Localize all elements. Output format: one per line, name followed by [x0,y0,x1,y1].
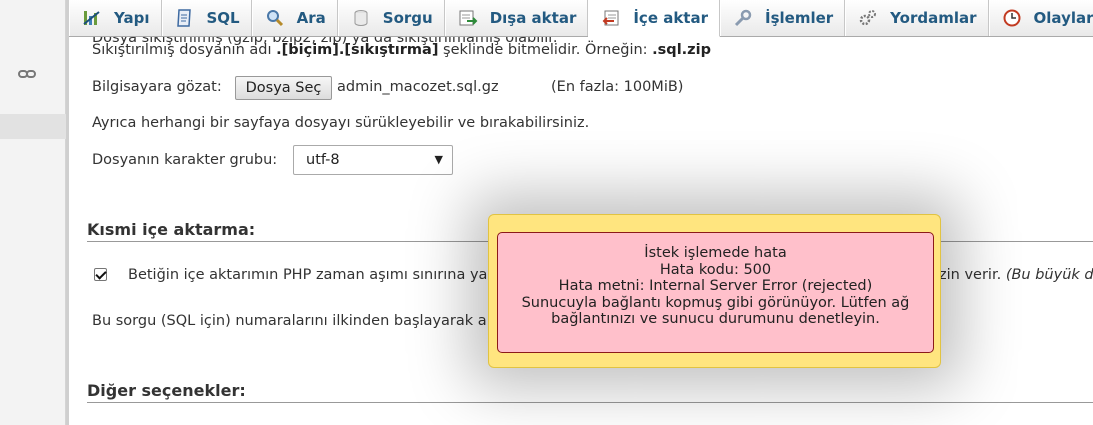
hint-format: .[biçim].[sıkıştırma] [276,42,439,58]
tab-sql[interactable]: SQL [161,0,252,36]
charset-label: Dosyanın karakter grubu: [92,152,278,168]
browse-label: Bilgisayara gözat: [92,79,222,95]
other-options-title: Diğer seçenekler: [87,381,246,400]
hint-text: Sıkıştırılmış dosyanın adı [92,42,277,58]
tab-export[interactable]: Dışa aktar [444,0,589,36]
tab-label: Ara [296,9,326,27]
tab-label: Yapı [114,9,150,27]
error-hint-cont: bağlantınızı ve sunucu durumunu denetley… [551,311,880,327]
checkbox-label-note: (Bu büyük d [1005,267,1093,283]
sql-icon [175,8,195,28]
nav-selected-item[interactable] [0,114,66,139]
navigation-panel [0,0,66,425]
skip-queries-label: Bu sorgu (SQL için) numaralarını ilkinde… [92,313,487,329]
tab-routines[interactable]: Yordamlar [845,0,989,36]
tab-label: Dışa aktar [489,9,577,27]
routines-icon [858,8,878,28]
error-text: Hata metni: Internal Server Error (rejec… [558,278,873,294]
tab-label: Yordamlar [890,9,977,27]
hint-example: .sql.zip [652,42,711,58]
tab-search[interactable]: Ara [251,0,338,36]
error-dialog[interactable]: İstek işlemede hata Hata kodu: 500 Hata … [488,214,941,368]
drag-drop-hint: Ayrıca herhangi bir sayfaya dosyayı sürü… [92,115,590,131]
structure-icon [82,8,102,28]
link-icon[interactable] [17,67,37,81]
checkbox-label-tail: izin verir. (Bu büyük d [935,267,1093,283]
partial-import-title: Kısmi içe aktarma: [87,220,256,239]
error-code: Hata kodu: 500 [659,261,772,278]
tab-operations[interactable]: İşlemler [720,0,846,36]
search-icon [265,8,285,28]
charset-select[interactable]: utf-8 ▼ [293,145,453,175]
tab-query[interactable]: Sorgu [337,0,445,36]
wrench-icon [733,8,753,28]
export-icon [458,8,478,28]
tab-label: Olaylar [1033,9,1093,27]
import-icon [601,8,621,28]
tab-bar: Yapı SQL Ara Sorgu Dışa aktar İçe aktar [69,0,1093,37]
tab-events[interactable]: Olaylar [988,0,1093,36]
choose-file-button[interactable]: Dosya Seç [235,76,332,100]
checkbox-label-end: izin verir. [935,267,1002,283]
tab-label: SQL [206,9,240,27]
clock-icon [1002,8,1022,28]
tab-label: İşlemler [765,9,834,27]
charset-value: utf-8 [306,152,340,168]
tab-structure[interactable]: Yapı [69,0,162,36]
tab-label: İçe aktar [633,9,708,27]
tab-label: Sorgu [382,9,433,27]
query-icon [351,8,371,28]
selected-file-name: admin_macozet.sql.gz [337,79,499,95]
section-divider [87,402,1093,403]
error-title: İstek işlemede hata [644,245,787,261]
allow-interrupt-checkbox[interactable] [94,268,107,281]
compressed-name-hint: Sıkıştırılmış dosyanın adı .[biçim].[sık… [92,42,711,58]
dropdown-arrow-icon: ▼ [434,153,443,166]
hint-text: şeklinde bitmelidir. Örneğin: [438,42,653,58]
error-message-box: İstek işlemede hata Hata kodu: 500 Hata … [497,232,934,353]
checkbox-label: Betiğin içe aktarımın PHP zaman aşımı sı… [128,267,488,283]
error-hint: Sunucuyla bağlantı kopmuş gibi görünüyor… [521,294,910,311]
max-upload-size: (En fazla: 100MiB) [551,79,684,95]
tab-import[interactable]: İçe aktar [588,0,720,37]
